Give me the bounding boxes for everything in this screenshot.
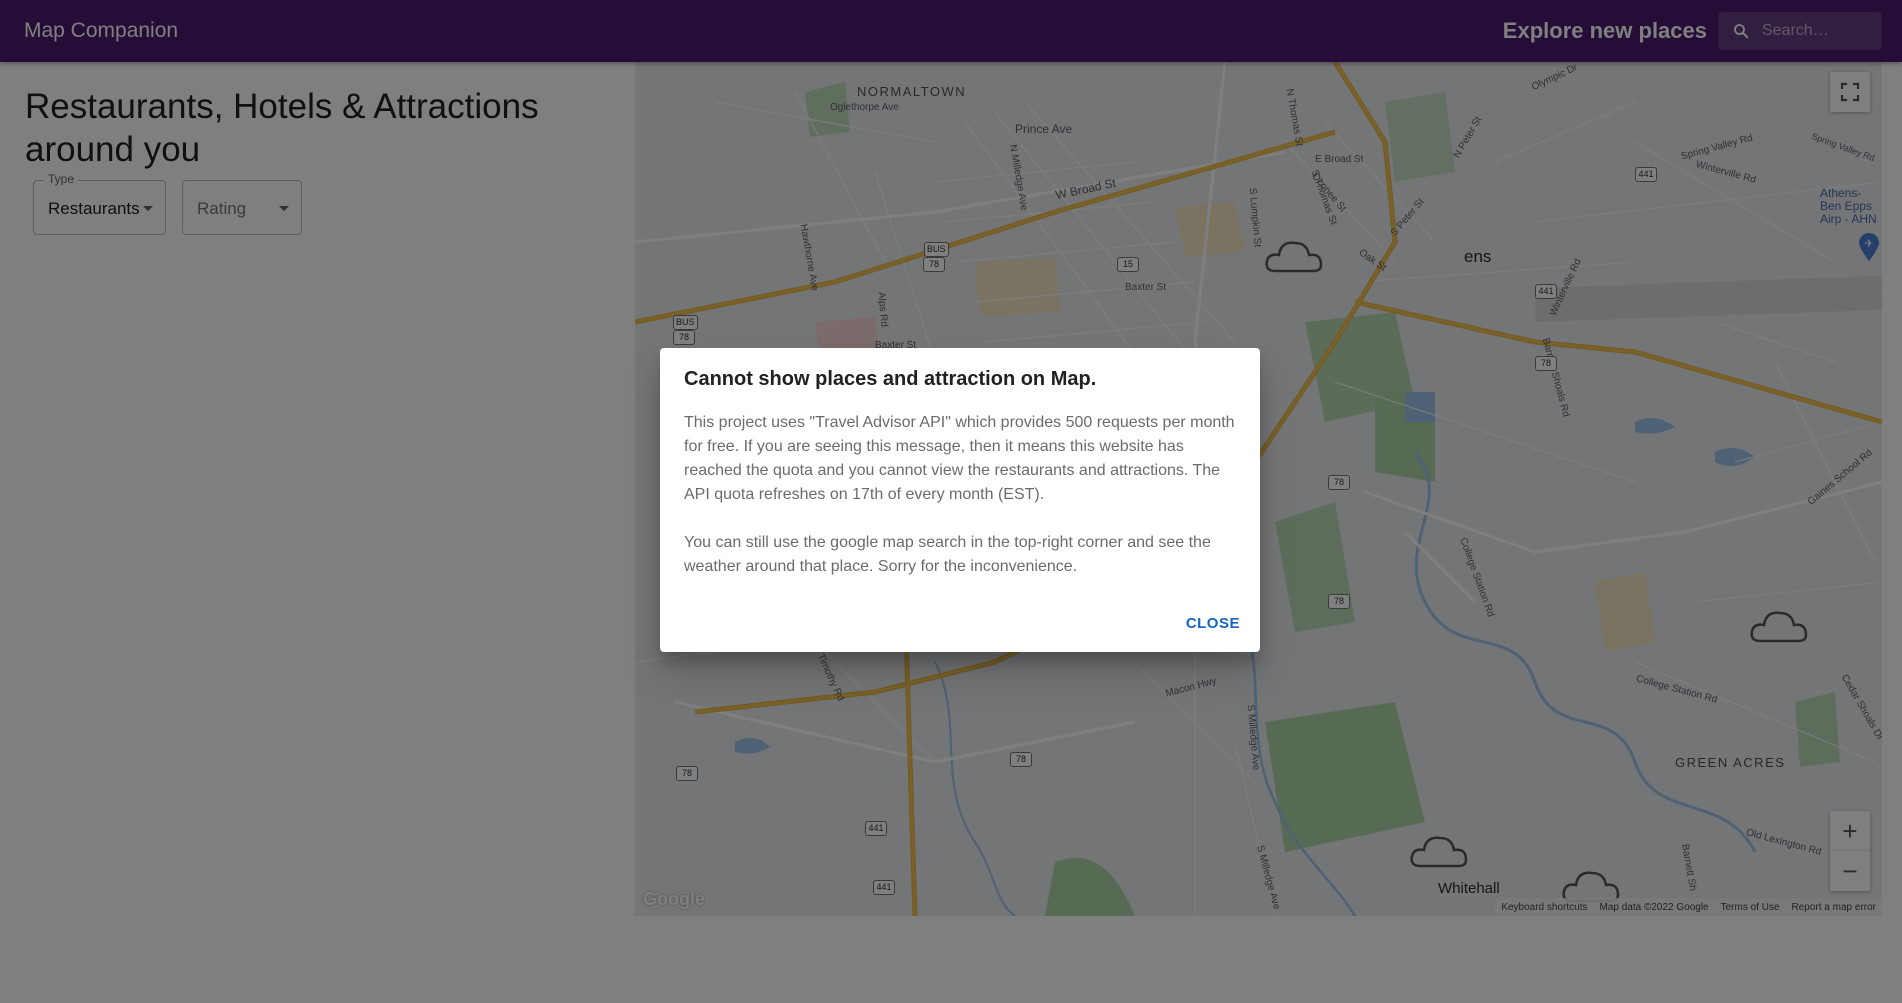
close-button[interactable]: CLOSE — [1184, 611, 1242, 636]
dialog-title: Cannot show places and attraction on Map… — [684, 368, 1097, 390]
quota-dialog: Cannot show places and attraction on Map… — [660, 348, 1260, 652]
dialog-paragraph: This project uses "Travel Advisor API" w… — [684, 414, 1235, 503]
dialog-paragraph: You can still use the google map search … — [684, 534, 1211, 575]
